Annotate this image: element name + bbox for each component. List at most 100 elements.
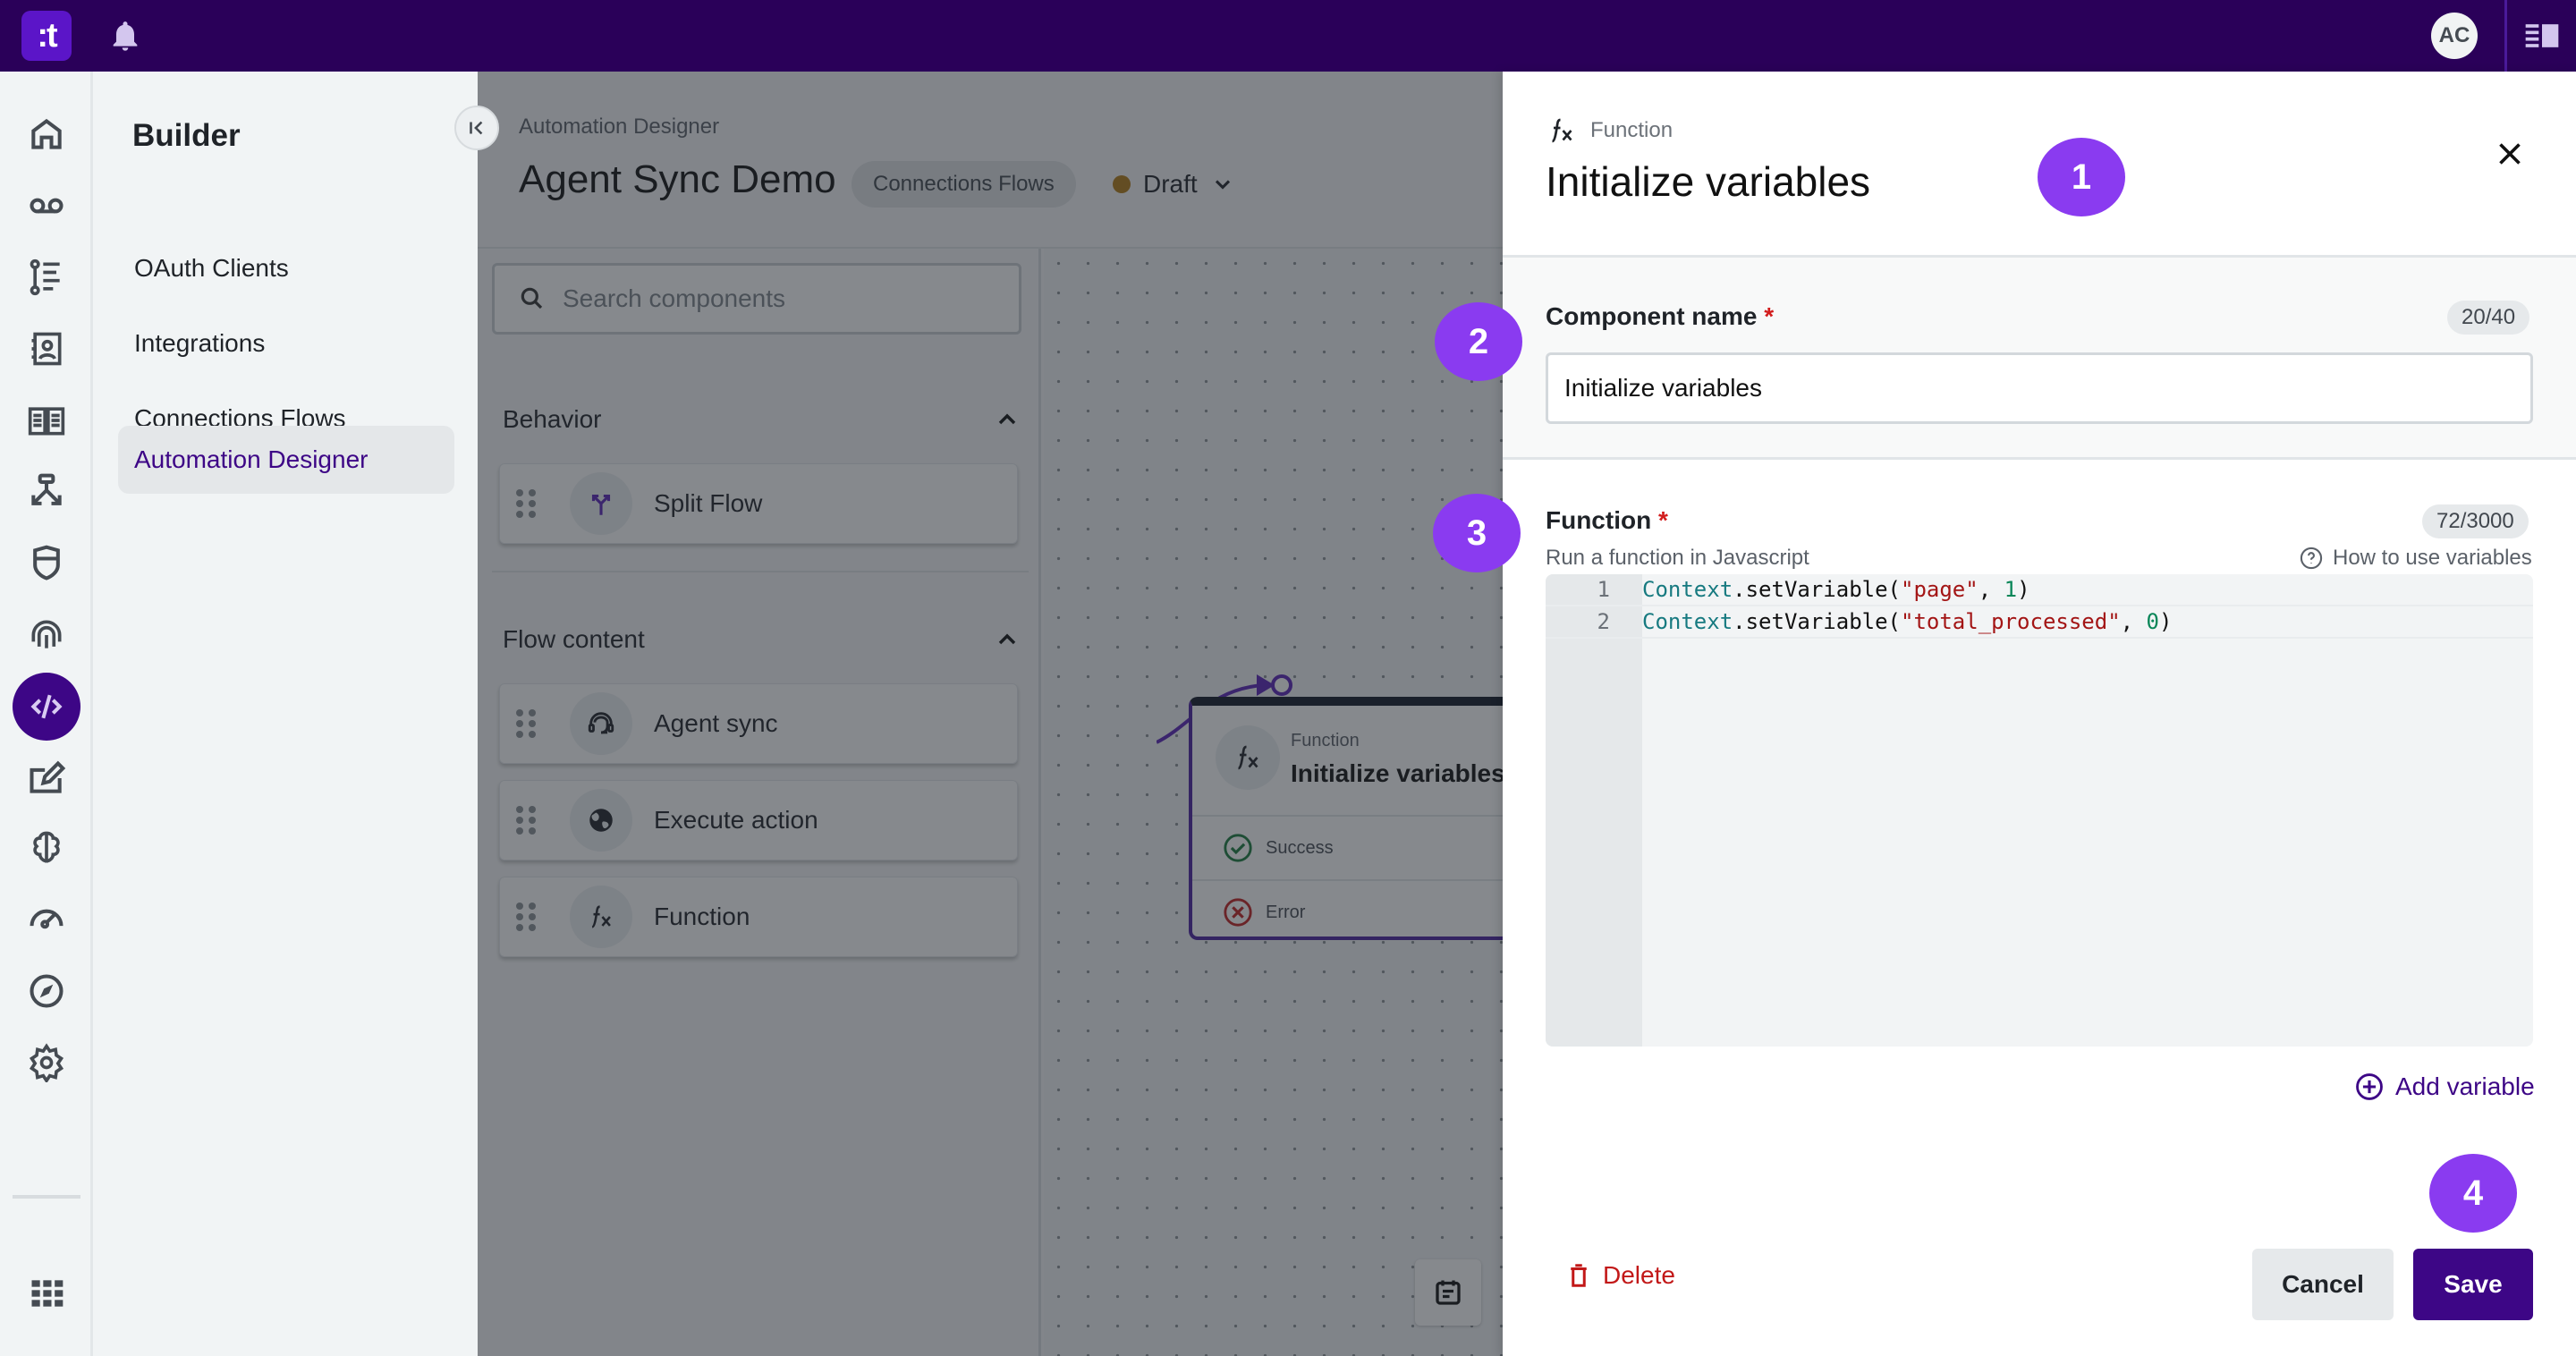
nav-item-integrations[interactable]: Integrations — [118, 309, 454, 377]
component-label: Execute action — [654, 806, 818, 834]
plus-circle-icon — [2356, 1073, 2383, 1100]
step-badge-2: 2 — [1435, 302, 1522, 381]
component-agent-sync[interactable]: Agent sync — [499, 683, 1018, 764]
gauge-icon[interactable] — [20, 891, 73, 945]
search-input[interactable] — [563, 284, 992, 313]
shield-icon[interactable] — [20, 537, 73, 590]
error-circle-icon — [1224, 898, 1252, 927]
rail-divider — [13, 1195, 80, 1199]
flow-canvas[interactable]: Function Initialize variables Success Er… — [1044, 249, 1550, 1356]
component-label: Agent sync — [654, 709, 778, 737]
nav-item-automation-designer[interactable]: Automation Designer — [118, 426, 454, 494]
calendar-icon — [1436, 1280, 1461, 1305]
breadcrumb[interactable]: Automation Designer — [519, 114, 719, 140]
add-variable-button[interactable]: Add variable — [2354, 1072, 2535, 1102]
drag-handle-icon[interactable] — [516, 806, 543, 835]
drag-handle-icon[interactable] — [516, 709, 543, 738]
component-execute-action[interactable]: Execute action — [499, 780, 1018, 860]
function-icon — [1551, 118, 1572, 143]
builder-nav: Builder OAuth Clients Integrations Conne… — [93, 72, 478, 1356]
delete-button[interactable]: Delete — [1565, 1261, 1675, 1290]
search-icon — [521, 287, 543, 309]
flow-list-icon[interactable] — [20, 250, 73, 304]
help-circle-icon — [2300, 547, 2323, 570]
split-icon — [570, 472, 632, 535]
component-name-counter: 20/40 — [2447, 301, 2530, 335]
step-badge-1: 1 — [2038, 138, 2125, 216]
component-name-label: Component name * — [1546, 302, 1775, 330]
headset-agent-icon — [570, 692, 632, 755]
compass-icon[interactable] — [20, 964, 73, 1018]
function-hint: Run a function in Javascript — [1546, 546, 1809, 570]
collapse-nav-button[interactable] — [454, 106, 499, 150]
calendar-button[interactable] — [1415, 1259, 1481, 1326]
contacts-icon[interactable] — [20, 322, 73, 376]
code-line[interactable]: 2 Context.setVariable("total_processed",… — [1546, 606, 2533, 639]
editor-gutter — [1546, 574, 1642, 1047]
apps-grid-icon[interactable] — [20, 1267, 73, 1320]
status-dropdown[interactable]: Draft — [1113, 161, 1235, 208]
panel-type: Function — [1546, 114, 1673, 147]
app-logo[interactable]: :t — [21, 11, 72, 61]
component-label: Split Flow — [654, 489, 763, 517]
nav-title: Builder — [132, 118, 241, 153]
globe-icon — [570, 789, 632, 852]
main-area: Automation Designer Agent Sync Demo Conn… — [478, 72, 1550, 1356]
branch-icon[interactable] — [20, 465, 73, 519]
home-icon[interactable] — [20, 107, 73, 161]
brain-icon[interactable] — [20, 821, 73, 875]
step-badge-4: 4 — [2429, 1154, 2517, 1233]
section-divider — [492, 571, 1029, 572]
fingerprint-icon[interactable] — [20, 608, 73, 662]
bell-icon[interactable] — [107, 18, 143, 54]
gear-icon[interactable] — [20, 1036, 73, 1089]
trash-icon — [1571, 1264, 1587, 1287]
close-button[interactable] — [2487, 131, 2533, 177]
status-dot — [1113, 175, 1131, 193]
voicemail-icon[interactable] — [20, 179, 73, 233]
section-behavior[interactable]: Behavior — [503, 397, 1021, 442]
nav-item-oauth-clients[interactable]: OAuth Clients — [118, 234, 454, 302]
top-bar: :t AC — [0, 0, 2576, 72]
how-to-use-variables-link[interactable]: How to use variables — [2299, 546, 2532, 571]
avatar[interactable]: AC — [2431, 13, 2478, 59]
component-edit-panel: Function Initialize variables Component … — [1503, 72, 2576, 1356]
output-label: Success — [1266, 837, 1334, 858]
save-button[interactable]: Save — [2413, 1249, 2533, 1320]
flow-type-pill: Connections Flows — [852, 161, 1076, 208]
component-split-flow[interactable]: Split Flow — [499, 463, 1018, 544]
chevron-up-icon[interactable] — [993, 625, 1021, 654]
code-line[interactable]: 1 Context.setVariable("page", 1) — [1546, 574, 2533, 606]
code-icon[interactable] — [13, 673, 80, 741]
node-title: Initialize variables — [1291, 759, 1505, 787]
cancel-button[interactable]: Cancel — [2252, 1249, 2394, 1320]
panel-toggle-icon[interactable] — [2522, 16, 2562, 55]
edit-icon[interactable] — [20, 751, 73, 805]
search-field[interactable] — [492, 263, 1021, 335]
step-badge-3: 3 — [1433, 494, 1521, 572]
book-icon[interactable] — [20, 394, 73, 447]
node-output-error[interactable]: Error — [1192, 879, 1550, 944]
drag-handle-icon[interactable] — [516, 489, 543, 518]
function-icon — [1216, 725, 1280, 790]
page-title: Agent Sync Demo — [519, 157, 836, 201]
function-label: Function * — [1546, 506, 1668, 534]
node-type: Function — [1291, 731, 1360, 750]
panel-title: Initialize variables — [1546, 158, 1871, 205]
chevron-up-icon[interactable] — [993, 405, 1021, 434]
flow-node-initialize-variables[interactable]: Function Initialize variables Success Er… — [1189, 697, 1550, 940]
code-editor[interactable]: 1 Context.setVariable("page", 1) 2 Conte… — [1546, 574, 2533, 1047]
panel-type-label: Function — [1590, 118, 1674, 142]
drag-handle-icon[interactable] — [516, 903, 543, 931]
component-name-section: Component name * 20/40 — [1503, 258, 2576, 460]
section-flow-content[interactable]: Flow content — [503, 617, 1021, 662]
component-function[interactable]: Function — [499, 877, 1018, 957]
collapse-icon — [470, 121, 483, 135]
component-name-input[interactable] — [1546, 352, 2533, 424]
output-label: Error — [1266, 902, 1306, 922]
section-title: Behavior — [503, 405, 602, 433]
check-circle-icon — [1224, 834, 1252, 862]
topbar-divider — [2504, 0, 2507, 72]
function-counter: 72/3000 — [2422, 504, 2529, 538]
node-output-success[interactable]: Success — [1192, 815, 1550, 879]
